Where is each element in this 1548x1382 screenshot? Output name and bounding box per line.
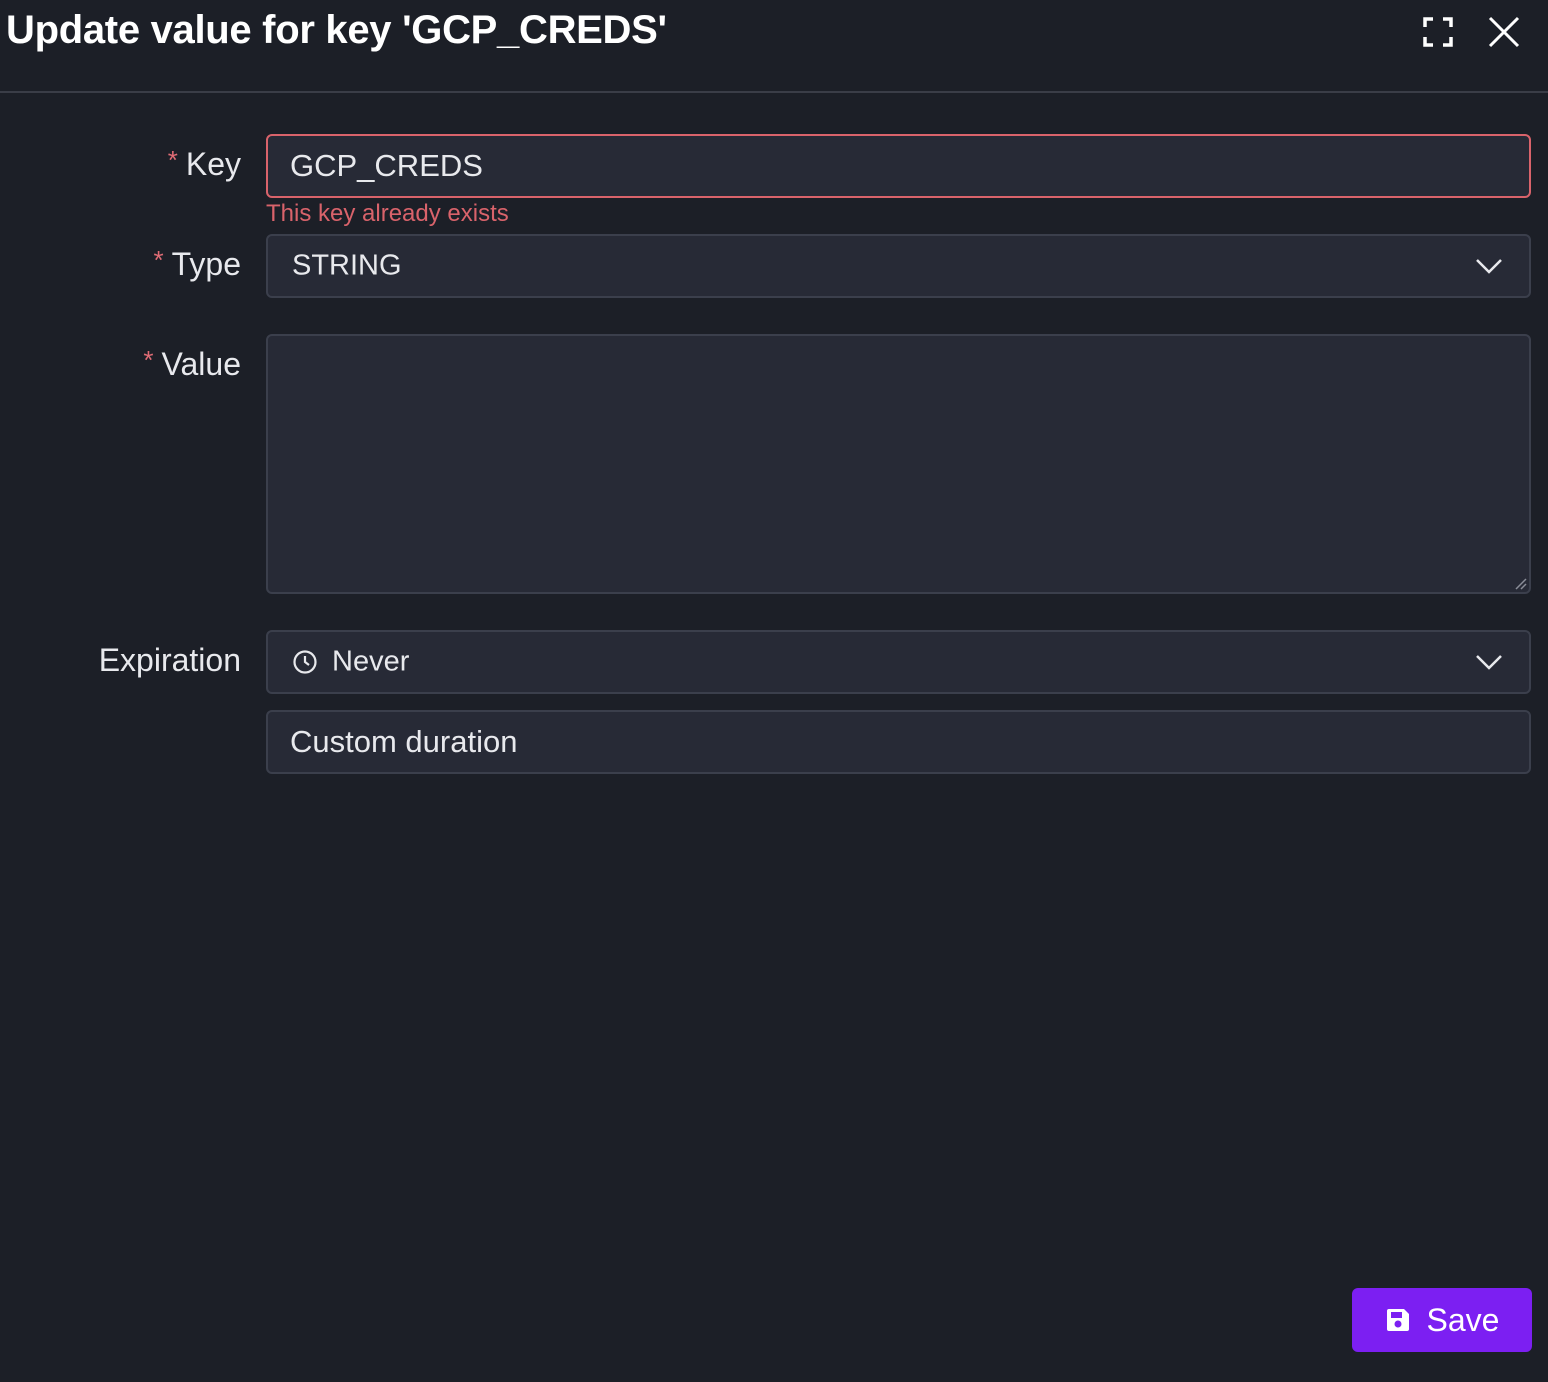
close-button[interactable] xyxy=(1484,12,1524,52)
save-button-label: Save xyxy=(1426,1301,1500,1338)
expand-button[interactable] xyxy=(1418,12,1458,52)
required-mark: * xyxy=(167,145,178,175)
custom-duration-input[interactable]: Custom duration xyxy=(266,710,1531,774)
type-selected-value: STRING xyxy=(292,249,402,282)
dialog-title: Update value for key 'GCP_CREDS' xyxy=(6,8,667,52)
type-label: * Type xyxy=(153,245,242,282)
dialog-header: Update value for key 'GCP_CREDS' xyxy=(0,0,1548,93)
custom-duration-placeholder: Custom duration xyxy=(290,724,518,759)
required-mark: * xyxy=(143,345,154,375)
chevron-down-icon xyxy=(1476,259,1502,274)
expand-icon xyxy=(1423,17,1453,47)
expiration-select[interactable]: Never xyxy=(266,630,1531,694)
expiration-selected-value: Never xyxy=(332,645,410,678)
value-label: * Value xyxy=(143,345,241,382)
key-input-value: GCP_CREDS xyxy=(290,148,483,183)
update-value-dialog: Update value for key 'GCP_CREDS' * Key GC… xyxy=(0,0,1548,1382)
key-input[interactable]: GCP_CREDS xyxy=(266,134,1531,198)
floppy-disk-icon xyxy=(1386,1309,1409,1331)
save-button[interactable]: Save xyxy=(1352,1288,1532,1352)
close-icon xyxy=(1488,16,1520,48)
expiration-label: Expiration xyxy=(98,642,241,678)
key-label: * Key xyxy=(167,145,241,182)
required-mark: * xyxy=(153,245,164,275)
value-textarea[interactable] xyxy=(266,334,1531,594)
resize-handle-icon[interactable] xyxy=(1513,576,1527,590)
chevron-down-icon xyxy=(1476,655,1502,670)
clock-icon xyxy=(293,650,317,674)
type-select[interactable]: STRING xyxy=(266,234,1531,298)
key-error-message: This key already exists xyxy=(266,200,509,227)
